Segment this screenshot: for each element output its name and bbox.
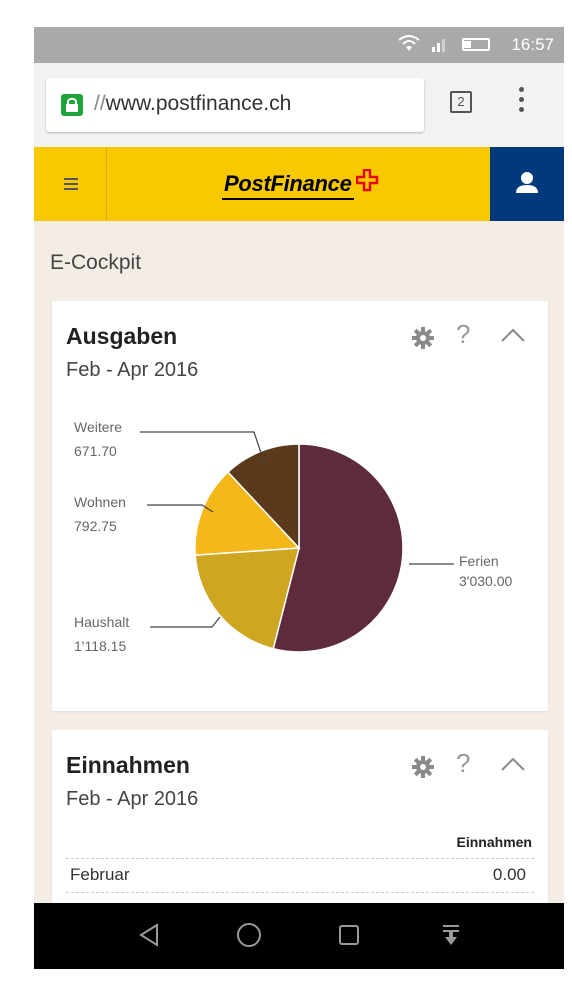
page-title: E-Cockpit <box>50 251 142 274</box>
pie-label-name: Wohnen <box>74 494 126 510</box>
postfinance-logo: PostFinance <box>224 171 352 196</box>
battery-icon <box>462 38 490 51</box>
income-period: Feb - Apr 2016 <box>66 788 199 810</box>
pie-label-name: Ferien <box>459 553 499 569</box>
user-profile-button[interactable] <box>490 147 564 221</box>
signal-icon <box>432 39 445 52</box>
wifi-icon <box>398 35 420 51</box>
recents-icon[interactable] <box>338 924 360 946</box>
notifications-down-icon[interactable] <box>442 923 460 947</box>
income-column-header: Einnahmen <box>456 834 532 850</box>
pie-label-value: 792.75 <box>74 518 117 534</box>
expenses-pie-chart: Ferien 3'030.00 Haushalt 1'118.15 Wohnen 792.… <box>74 419 512 654</box>
android-nav-bar <box>34 903 564 969</box>
expenses-card: Ausgaben Feb - Apr 2016 ? Ferien 3'030.00… <box>52 301 548 711</box>
pie-label-name: Haushalt <box>74 614 129 630</box>
app-header: PostFinance <box>34 147 564 221</box>
status-bar: 16:57 <box>34 27 564 63</box>
logo-underline <box>222 198 354 200</box>
settings-gear-icon[interactable] <box>412 756 434 778</box>
user-icon <box>516 172 538 193</box>
url-text: //www.postfinance.ch <box>94 92 291 116</box>
swiss-cross-icon <box>356 169 379 192</box>
browser-toolbar: //www.postfinance.ch 2 <box>34 63 564 147</box>
pie-label-value: 671.70 <box>74 443 117 459</box>
help-icon[interactable]: ? <box>456 748 470 779</box>
table-row[interactable]: Februar 0.00 <box>66 858 534 893</box>
pie-leader-line-haushalt <box>150 616 221 628</box>
income-title: Einnahmen <box>66 752 190 778</box>
address-bar[interactable]: //www.postfinance.ch <box>46 78 424 132</box>
pie-label-value: 3'030.00 <box>459 573 512 589</box>
tab-switcher-button[interactable]: 2 <box>450 91 472 113</box>
collapse-chevron-icon[interactable] <box>500 756 526 772</box>
back-icon[interactable] <box>138 923 160 947</box>
row-value: 0.00 <box>492 865 526 884</box>
hamburger-menu-button[interactable] <box>34 147 107 221</box>
row-month: Februar <box>70 865 130 884</box>
browser-menu-icon[interactable] <box>519 87 527 117</box>
lock-icon <box>61 94 83 116</box>
pie-label-value: 1'118.15 <box>74 638 126 654</box>
url-scheme: // <box>94 92 106 115</box>
pie-leader-line-weitere <box>140 431 265 463</box>
phone-screen: 16:57 //www.postfinance.ch 2 PostFinance… <box>34 27 564 969</box>
pie-label-name: Weitere <box>74 419 122 435</box>
status-time: 16:57 <box>511 35 554 54</box>
url-host: www.postfinance.ch <box>105 92 292 115</box>
home-icon[interactable] <box>236 922 262 948</box>
